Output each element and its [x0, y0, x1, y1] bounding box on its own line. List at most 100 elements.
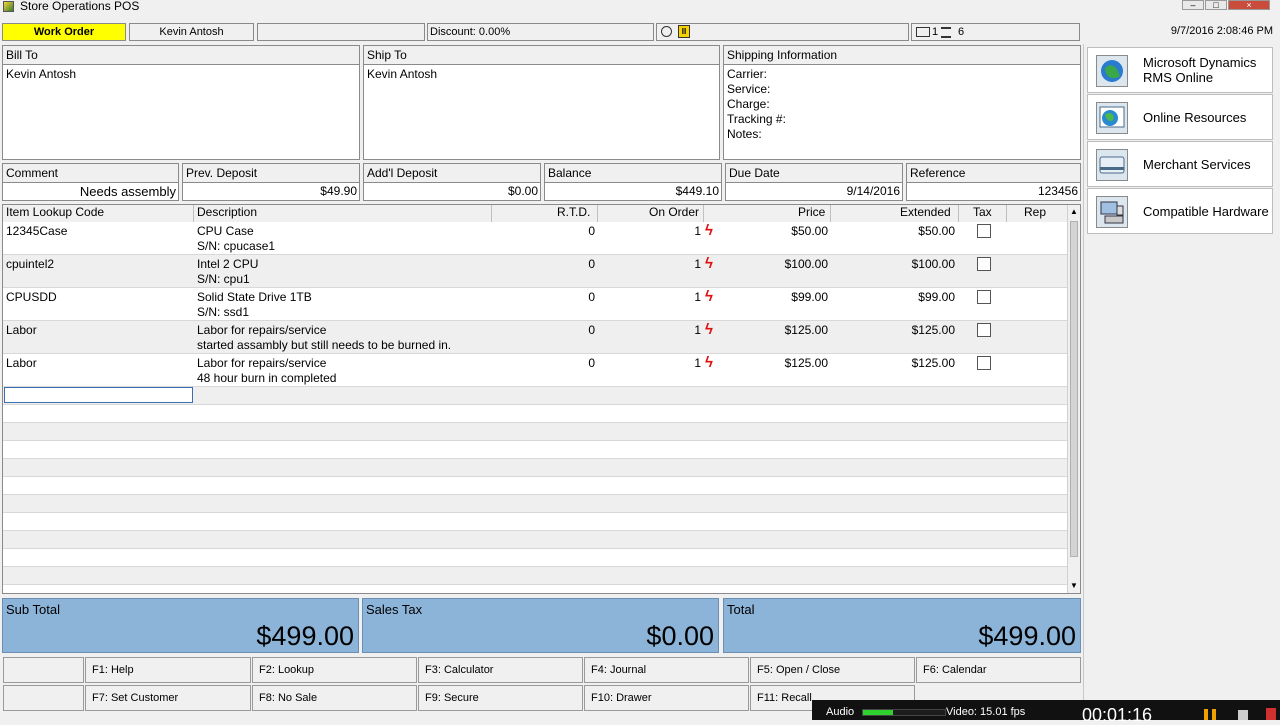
fkey-blank-1[interactable]	[3, 657, 84, 683]
shipping-info-panel[interactable]: Shipping Information Carrier: Service: C…	[723, 45, 1081, 160]
f8-no-sale-button[interactable]: F8: No Sale	[252, 685, 417, 711]
table-row[interactable]: 12345Case CPU Case S/N: cpucase1 0 1 ϟ $…	[3, 222, 1067, 255]
fkey-blank-2[interactable]	[3, 685, 84, 711]
item-description: Labor for repairs/service	[197, 323, 327, 337]
datetime-display: 9/7/2016 2:08:46 PM	[1082, 23, 1278, 41]
item-note: started assambly but still needs to be b…	[197, 338, 452, 352]
refresh-icon[interactable]	[661, 26, 672, 37]
scroll-up-icon[interactable]: ▲	[1070, 207, 1078, 216]
col-tax[interactable]: Tax	[973, 205, 992, 220]
lightning-icon[interactable]: ϟ	[705, 289, 713, 304]
compatible-hardware-label: Compatible Hardware	[1143, 203, 1269, 219]
pause-recording-icon[interactable]	[1204, 709, 1216, 720]
shipping-notes: Notes:	[727, 127, 762, 141]
item-note: 48 hour burn in completed	[197, 371, 337, 385]
empty-row[interactable]	[3, 549, 1067, 567]
tax-checkbox[interactable]	[977, 224, 991, 238]
col-price[interactable]: Price	[798, 205, 825, 220]
table-row[interactable]: Labor Labor for repairs/service started …	[3, 321, 1067, 354]
prev-deposit-label: Prev. Deposit	[183, 164, 359, 183]
f4-journal-button[interactable]: F4: Journal	[584, 657, 749, 683]
scroll-down-icon[interactable]: ▼	[1070, 581, 1078, 590]
shipping-charge: Charge:	[727, 97, 770, 111]
item-serial: S/N: ssd1	[197, 305, 250, 319]
empty-row[interactable]	[3, 423, 1067, 441]
lightning-icon[interactable]: ϟ	[705, 322, 713, 337]
bill-to-panel[interactable]: Bill To Kevin Antosh	[2, 45, 360, 160]
col-item-lookup-code[interactable]: Item Lookup Code	[6, 205, 104, 220]
table-row[interactable]: cpuintel2 Intel 2 CPU S/N: cpu1 0 1 ϟ $1…	[3, 255, 1067, 288]
sales-tax-label: Sales Tax	[366, 602, 423, 617]
customer-indicator[interactable]: Kevin Antosh	[129, 23, 254, 41]
empty-row[interactable]	[3, 531, 1067, 549]
f1-help-button[interactable]: F1: Help	[85, 657, 251, 683]
empty-row[interactable]	[3, 405, 1067, 423]
lightning-icon[interactable]: ϟ	[705, 256, 713, 271]
col-divider	[597, 205, 598, 222]
reference-field[interactable]: Reference 123456	[906, 163, 1081, 201]
prev-deposit-field[interactable]: Prev. Deposit $49.90	[182, 163, 360, 201]
active-cell[interactable]	[4, 387, 193, 403]
vertical-scrollbar[interactable]: ▲ ▼	[1067, 205, 1080, 593]
balance-field[interactable]: Balance $449.10	[544, 163, 722, 201]
items-grid[interactable]: Item Lookup Code Description R.T.D. On O…	[2, 204, 1081, 594]
shipping-service: Service:	[727, 82, 771, 96]
mode-indicator[interactable]: Work Order	[2, 23, 126, 41]
item-code: cpuintel2	[6, 257, 55, 271]
tax-checkbox[interactable]	[977, 356, 991, 370]
tax-checkbox[interactable]	[977, 323, 991, 337]
f9-secure-button[interactable]: F9: Secure	[418, 685, 583, 711]
maximize-button[interactable]: □	[1205, 0, 1227, 10]
minimize-button[interactable]: –	[1182, 0, 1204, 10]
item-price: $125.00	[784, 323, 828, 337]
ship-to-panel[interactable]: Ship To Kevin Antosh	[363, 45, 720, 160]
lightning-icon[interactable]: ϟ	[705, 355, 713, 370]
item-serial: S/N: cpucase1	[197, 239, 276, 253]
f3-calculator-button[interactable]: F3: Calculator	[418, 657, 583, 683]
empty-row[interactable]	[3, 495, 1067, 513]
addl-deposit-field[interactable]: Add'l Deposit $0.00	[363, 163, 541, 201]
tax-checkbox[interactable]	[977, 290, 991, 304]
comment-field[interactable]: Comment Needs assembly	[2, 163, 179, 201]
item-code: 12345Case	[6, 224, 68, 238]
f7-set-customer-button[interactable]: F7: Set Customer	[85, 685, 251, 711]
empty-row[interactable]	[3, 567, 1067, 585]
empty-row[interactable]	[3, 441, 1067, 459]
empty-row[interactable]	[3, 477, 1067, 495]
rms-online-link[interactable]: Microsoft Dynamics RMS Online	[1087, 47, 1273, 93]
tax-checkbox[interactable]	[977, 257, 991, 271]
total-value: $499.00	[978, 621, 1076, 651]
lightning-icon[interactable]: ϟ	[705, 223, 713, 238]
f2-lookup-button[interactable]: F2: Lookup	[252, 657, 417, 683]
f5-open-close-button[interactable]: F5: Open / Close	[750, 657, 915, 683]
draw-icon[interactable]	[1266, 708, 1276, 720]
merchant-services-link[interactable]: Merchant Services	[1087, 141, 1273, 187]
col-on-order[interactable]: On Order	[649, 205, 699, 220]
f6-calendar-button[interactable]: F6: Calendar	[916, 657, 1081, 683]
empty-row[interactable]	[3, 459, 1067, 477]
col-rtd[interactable]: R.T.D.	[557, 205, 590, 220]
stop-recording-icon[interactable]	[1238, 710, 1248, 720]
compatible-hardware-link[interactable]: Compatible Hardware	[1087, 188, 1273, 234]
prev-deposit-value: $49.90	[320, 184, 357, 198]
table-row[interactable]: Labor Labor for repairs/service 48 hour …	[3, 354, 1067, 387]
item-on-order: 1	[694, 224, 701, 238]
empty-row[interactable]	[3, 513, 1067, 531]
subtotal-label: Sub Total	[6, 602, 60, 617]
col-description[interactable]: Description	[197, 205, 257, 220]
f10-drawer-button[interactable]: F10: Drawer	[584, 685, 749, 711]
due-date-field[interactable]: Due Date 9/14/2016	[725, 163, 903, 201]
recording-time: 00:01:16	[1082, 705, 1153, 725]
sales-tax-panel: Sales Tax $0.00	[362, 598, 719, 653]
close-button[interactable]: ×	[1228, 0, 1270, 10]
pause-icon[interactable]: II	[678, 25, 690, 38]
empty-row[interactable]	[3, 387, 1067, 405]
item-on-order: 1	[694, 257, 701, 271]
col-divider	[958, 205, 959, 222]
scroll-thumb[interactable]	[1070, 221, 1078, 557]
table-row[interactable]: CPUSDD Solid State Drive 1TB S/N: ssd1 0…	[3, 288, 1067, 321]
col-extended[interactable]: Extended	[900, 205, 951, 220]
online-resources-link[interactable]: Online Resources	[1087, 94, 1273, 140]
col-rep[interactable]: Rep	[1024, 205, 1046, 220]
item-description: Intel 2 CPU	[197, 257, 259, 271]
